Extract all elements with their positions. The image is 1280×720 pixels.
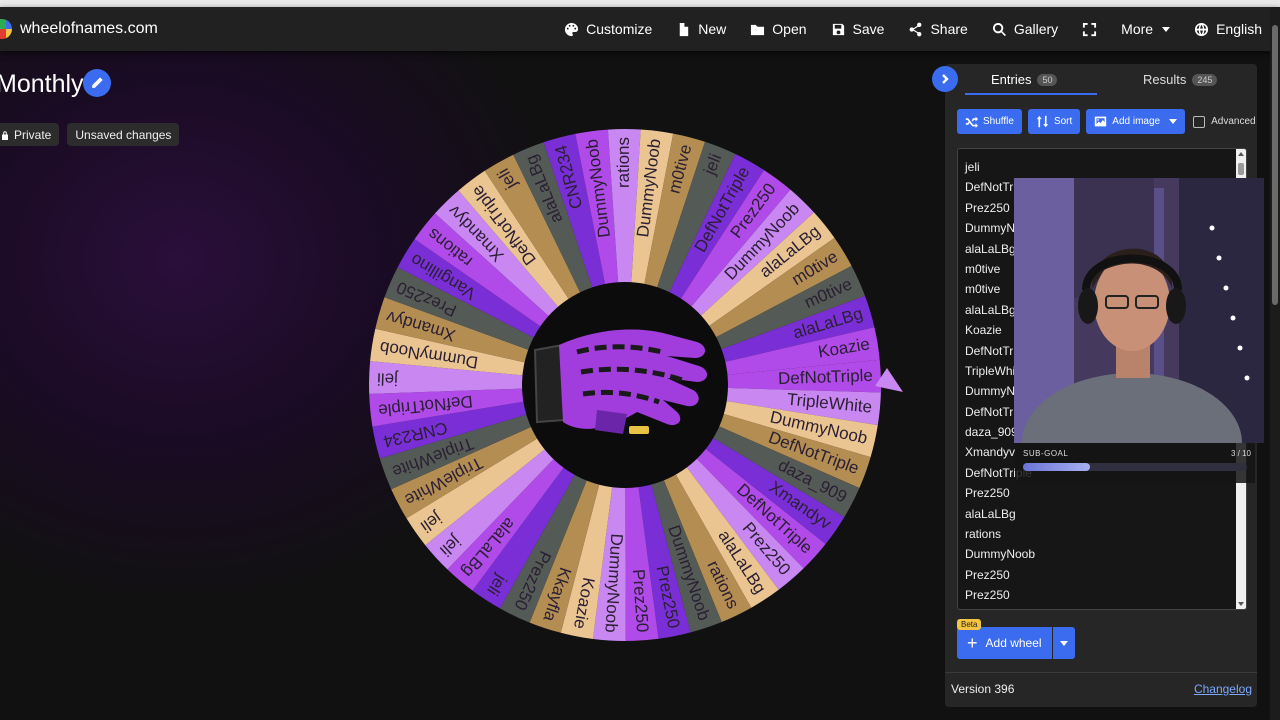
share-button[interactable]: Share [896,7,979,51]
entry-item[interactable]: Prez250 [965,565,1035,585]
top-navbar: wheelofnames.com Customize New Open Save… [0,7,1280,51]
save-icon [832,23,844,35]
file-icon [680,22,689,36]
entry-item[interactable]: DummyNoob [965,544,1035,564]
subgoal-count: 3 / 10 [1230,449,1251,458]
image-icon [1095,116,1107,127]
unsaved-changes-chip: Unsaved changes [67,123,180,146]
entries-toolbar: Shuffle Sort Add image Advanced [957,109,1256,134]
sort-icon [1036,115,1049,128]
add-image-label: Add image [1112,116,1161,127]
caret-down-icon [1059,640,1068,646]
visibility-label: Private [14,127,52,142]
entry-item[interactable]: Prez250 [965,483,1035,503]
brand-name: wheelofnames.com [20,20,158,37]
webcam-person-image [1014,178,1264,443]
webcam-overlay [1014,178,1264,443]
shuffle-icon [965,116,978,128]
gallery-button[interactable]: Gallery [980,7,1070,51]
visibility-chip[interactable]: Private [0,123,60,146]
folder-icon [751,24,765,35]
save-label: Save [852,21,885,37]
share-icon [910,22,922,36]
chevron-right-icon [942,74,949,84]
scroll-up-arrow-icon[interactable] [1238,152,1244,156]
wheel-logo-icon [0,19,12,39]
add-wheel-dropdown-button[interactable] [1052,627,1075,659]
edit-title-button[interactable] [83,69,111,97]
wheel-container[interactable]: DefNotTriple TripleWhite DummyNoob DefNotTr… [367,90,903,680]
open-button[interactable]: Open [738,7,818,51]
wheel-segment-label: jeli [377,369,399,389]
advanced-checkbox[interactable] [1193,115,1206,128]
add-wheel-button[interactable]: + Add wheel [957,627,1052,659]
wheel-title[interactable]: Monthly [0,70,84,99]
entry-item[interactable]: Prez250 [965,585,1035,605]
save-button[interactable]: Save [819,7,897,51]
fullscreen-icon [1083,22,1097,36]
wheel-segment-label: DefNotTriple [778,366,873,388]
sort-label: Sort [1053,116,1073,127]
entry-item[interactable]: jeli [965,157,1035,177]
changelog-link[interactable]: Changelog [1194,682,1252,696]
entries-scrollbar-thumb[interactable] [1238,163,1244,175]
active-tab-indicator [965,93,1097,95]
language-label: English [1216,21,1262,37]
caret-down-icon [1162,26,1171,32]
search-icon [992,22,1006,36]
page-scrollbar-thumb[interactable] [1272,25,1278,305]
panel-tabs: Entries 50 Results 245 [945,64,1257,95]
tab-entries[interactable]: Entries 50 [991,64,1058,95]
entry-item[interactable]: rations [965,524,1035,544]
wheel[interactable]: DefNotTripleTripleWhiteDummyNoobDefNotTr… [367,90,903,680]
add-wheel-group: + Add wheel Beta [957,619,1075,659]
entry-item[interactable]: alaLaLBg [965,504,1035,524]
subgoal-progress-fill [1023,463,1091,471]
unsaved-changes-label: Unsaved changes [75,127,172,142]
more-menu[interactable]: More [1109,7,1182,51]
customize-button[interactable]: Customize [552,7,664,51]
advanced-toggle[interactable]: Advanced [1193,115,1256,128]
page-scrollbar[interactable] [1270,7,1280,720]
more-label: More [1121,21,1154,37]
sort-button[interactable]: Sort [1027,109,1081,134]
subgoal-overlay: SUB-GOAL 3 / 10 [1015,443,1255,483]
add-wheel-label: Add wheel [985,636,1042,650]
tab-results[interactable]: Results 245 [1143,64,1218,95]
globe-icon [1195,22,1209,36]
subgoal-label: SUB-GOAL [1023,449,1069,458]
plus-icon: + [967,633,978,653]
results-count-badge: 245 [1192,73,1218,86]
entries-count-badge: 50 [1037,73,1058,86]
brand[interactable]: wheelofnames.com [0,7,158,51]
caret-down-icon [1169,119,1178,124]
tab-entries-label: Entries [991,72,1032,87]
new-button[interactable]: New [664,7,738,51]
language-menu[interactable]: English [1182,7,1274,51]
collapse-panel-button[interactable] [932,66,958,92]
share-label: Share [930,21,968,37]
beta-badge: Beta [957,619,982,630]
customize-label: Customize [586,21,653,37]
advanced-label: Advanced [1211,116,1256,127]
wheel-segment-label: rations [614,137,633,188]
gallery-label: Gallery [1013,21,1059,37]
subgoal-progress-bar [1023,463,1247,471]
version-text: Version 396 [951,682,1015,696]
fullscreen-button[interactable] [1070,7,1109,51]
shuffle-button[interactable]: Shuffle [957,109,1022,134]
add-image-button[interactable]: Add image [1086,109,1186,134]
open-label: Open [772,21,807,37]
lock-icon [2,130,8,140]
palette-icon [565,22,579,36]
pencil-icon [92,77,103,88]
panel-divider [945,672,1257,673]
shuffle-label: Shuffle [983,116,1014,127]
scroll-down-arrow-icon[interactable] [1238,602,1244,606]
browser-top-strip [0,0,1280,7]
new-label: New [698,21,727,37]
wheel-status-chips: Private Unsaved changes [0,123,180,146]
tab-results-label: Results [1143,72,1187,87]
